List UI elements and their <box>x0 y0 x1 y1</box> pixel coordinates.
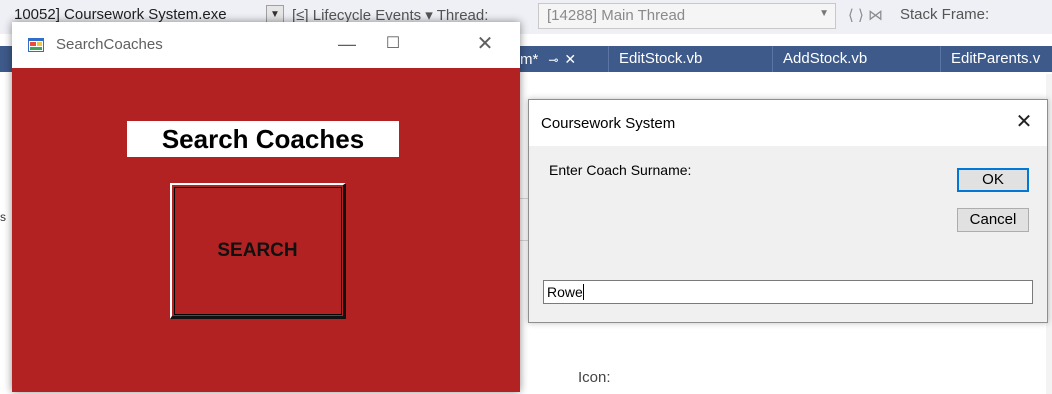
tab-editparents[interactable]: EditParents.v <box>940 46 1052 72</box>
page-title: Search Coaches <box>127 121 399 157</box>
maximize-button[interactable]: ☐ <box>370 22 416 68</box>
thread-value: [14288] Main Thread <box>547 7 686 24</box>
dialog-title: Coursework System <box>541 115 676 132</box>
pin-icon[interactable]: ⊸ <box>548 53 558 67</box>
input-dialog: Coursework System ✕ Enter Coach Surname:… <box>528 99 1048 323</box>
dialog-titlebar[interactable]: Coursework System ✕ <box>529 100 1047 146</box>
surname-input[interactable]: Rowe <box>543 280 1033 304</box>
surname-value: Rowe <box>547 284 583 300</box>
tab-form-designer[interactable]: m* ⊸ ✕ <box>510 46 608 72</box>
chevron-down-icon: ▼ <box>819 8 829 19</box>
window-titlebar[interactable]: SearchCoaches — ☐ ✕ <box>12 22 520 68</box>
close-button[interactable]: ✕ <box>1001 100 1047 146</box>
thread-dropdown[interactable]: [14288] Main Thread ▼ <box>538 3 836 29</box>
cancel-button[interactable]: Cancel <box>957 208 1029 232</box>
close-icon[interactable]: ✕ <box>564 51 576 67</box>
app-icon <box>28 38 44 52</box>
search-button[interactable]: SEARCH <box>170 183 346 319</box>
dialog-prompt: Enter Coach Surname: <box>549 162 692 178</box>
tab-label: EditParents.v <box>951 50 1041 67</box>
process-label: 10052] Coursework System.exe <box>14 6 227 23</box>
stack-frame-label: Stack Frame: <box>900 6 990 23</box>
icon-property-label: Icon: <box>578 369 611 386</box>
tab-label: EditStock.vb <box>619 50 703 67</box>
ok-button[interactable]: OK <box>957 168 1029 192</box>
search-coaches-window: SearchCoaches — ☐ ✕ Search Coaches SEARC… <box>12 22 520 392</box>
tab-label: AddStock.vb <box>783 50 868 67</box>
tab-addstock[interactable]: AddStock.vb <box>772 46 940 72</box>
text-caret <box>582 284 584 300</box>
window-title: SearchCoaches <box>56 36 163 53</box>
thread-filter-icons[interactable]: ⟨ ⟩ ⋈ <box>848 6 883 24</box>
tab-label: m* <box>520 51 539 68</box>
tab-editstock[interactable]: EditStock.vb <box>608 46 772 72</box>
minimize-button[interactable]: — <box>324 22 370 68</box>
close-button[interactable]: ✕ <box>462 22 508 68</box>
